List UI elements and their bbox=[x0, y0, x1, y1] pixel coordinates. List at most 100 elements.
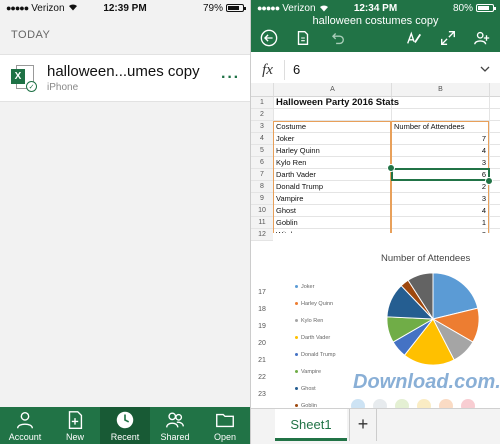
legend-swatch bbox=[295, 336, 298, 339]
file-location: iPhone bbox=[47, 82, 79, 93]
tab-label: New bbox=[65, 432, 84, 442]
legend-swatch bbox=[295, 387, 298, 390]
legend-swatch bbox=[295, 370, 298, 373]
tab-label: Recent bbox=[110, 432, 140, 442]
tab-account[interactable]: Account bbox=[0, 407, 50, 444]
range-highlight-b bbox=[391, 121, 489, 241]
document-header: ●●●●● Verizon 12:34 PM 80% halloween cos… bbox=[251, 0, 500, 52]
legend-swatch bbox=[295, 404, 298, 407]
row-header[interactable]: 22 bbox=[251, 372, 273, 384]
pie-chart[interactable]: Number of Attendees Joker Harley Quinn Kyl… bbox=[273, 233, 500, 408]
expand-icon bbox=[441, 31, 455, 45]
row-header[interactable]: 19 bbox=[251, 321, 273, 333]
row-header[interactable]: 12 bbox=[251, 229, 273, 241]
bottom-tab-bar: Account New Recent Shared Open bbox=[0, 407, 250, 444]
row-header[interactable]: 9 bbox=[251, 193, 273, 205]
back-arrow-icon bbox=[260, 29, 278, 47]
legend-label: Kylo Ren bbox=[301, 317, 324, 324]
document-toolbar bbox=[251, 26, 500, 50]
row-header[interactable]: 3 bbox=[251, 121, 273, 133]
row-header[interactable]: 10 bbox=[251, 205, 273, 217]
row-header[interactable]: 23 bbox=[251, 389, 273, 401]
legend-label: Donald Trump bbox=[301, 351, 336, 358]
legend-entry: Harley Quinn bbox=[295, 295, 336, 312]
legend-label: Ghost bbox=[301, 385, 316, 392]
column-header-b[interactable]: B bbox=[391, 83, 489, 97]
row-header[interactable]: 18 bbox=[251, 304, 273, 316]
legend-entry: Kylo Ren bbox=[295, 312, 336, 329]
legend-label: Darth Vader bbox=[301, 334, 331, 341]
select-all-corner[interactable] bbox=[251, 83, 273, 97]
undo-button[interactable] bbox=[327, 28, 347, 48]
row-header[interactable]: 17 bbox=[251, 287, 273, 299]
legend-entry: Goblin bbox=[295, 397, 336, 408]
cell-a1[interactable]: Halloween Party 2016 Stats bbox=[274, 97, 494, 109]
tab-label: Open bbox=[213, 432, 237, 442]
legend-entry: Vampire bbox=[295, 363, 336, 380]
pie-plot bbox=[386, 272, 480, 366]
share-person-icon bbox=[474, 31, 490, 45]
formula-bar[interactable]: fx 6 bbox=[251, 56, 500, 84]
spreadsheet-panel: ●●●●● Verizon 12:34 PM 80% halloween cos… bbox=[250, 0, 500, 444]
row-header[interactable]: 1 bbox=[251, 97, 273, 109]
legend-entry: Joker bbox=[295, 278, 336, 295]
tab-new[interactable]: New bbox=[50, 407, 100, 444]
sheet-tab-sheet1[interactable]: Sheet1 bbox=[275, 409, 347, 441]
column-header-c[interactable] bbox=[489, 83, 500, 97]
selection-handle-end[interactable] bbox=[485, 177, 493, 185]
file-name: halloween...umes copy bbox=[47, 63, 200, 80]
file-list-panel: ●●●●● Verizon 12:39 PM 79% TODAY X ✓ hal… bbox=[0, 0, 250, 444]
add-sheet-button[interactable]: + bbox=[349, 409, 377, 441]
clock-icon bbox=[116, 411, 134, 429]
tab-recent[interactable]: Recent bbox=[100, 407, 150, 444]
watermark-dots bbox=[351, 399, 475, 408]
row-header[interactable]: 8 bbox=[251, 181, 273, 193]
synced-check-icon: ✓ bbox=[26, 81, 37, 92]
row-header[interactable]: 7 bbox=[251, 169, 273, 181]
selection-handle-start[interactable] bbox=[387, 164, 395, 172]
battery-percent: 80% bbox=[452, 2, 473, 14]
row-header[interactable]: 11 bbox=[251, 217, 273, 229]
back-button[interactable] bbox=[259, 28, 279, 48]
formula-input[interactable]: 6 bbox=[285, 62, 480, 77]
status-bar: ●●●●● Verizon 12:39 PM 79% bbox=[0, 0, 250, 16]
battery-percent: 79% bbox=[202, 2, 223, 14]
tab-shared[interactable]: Shared bbox=[150, 407, 200, 444]
fullscreen-button[interactable] bbox=[438, 28, 458, 48]
legend-swatch bbox=[295, 285, 298, 288]
screenshot-root: ●●●●● Verizon 12:39 PM 79% TODAY X ✓ hal… bbox=[0, 0, 500, 444]
tab-label: Account bbox=[8, 432, 42, 442]
chevron-down-icon[interactable] bbox=[480, 64, 500, 75]
legend-label: Vampire bbox=[301, 368, 322, 375]
more-options-icon[interactable]: ··· bbox=[221, 69, 240, 87]
new-file-icon bbox=[68, 411, 83, 429]
section-label-today: TODAY bbox=[11, 29, 51, 41]
row-header[interactable]: 5 bbox=[251, 145, 273, 157]
legend-entry: Darth Vader bbox=[295, 329, 336, 346]
excel-badge: X bbox=[11, 69, 25, 84]
file-menu-button[interactable] bbox=[293, 28, 313, 48]
legend-label: Harley Quinn bbox=[301, 300, 334, 307]
status-bar: ●●●●● Verizon 12:34 PM 80% bbox=[251, 0, 500, 16]
fx-icon: fx bbox=[251, 59, 285, 80]
chart-title: Number of Attendees bbox=[381, 253, 471, 264]
spreadsheet-grid[interactable]: A B 1 2 3 4 5 6 7 8 9 10 11 12 Halloween Party 2016 … bbox=[251, 83, 500, 408]
row-header[interactable]: 21 bbox=[251, 355, 273, 367]
legend-swatch bbox=[295, 302, 298, 305]
tab-label: Shared bbox=[160, 432, 190, 442]
row-header[interactable]: 2 bbox=[251, 109, 273, 121]
tab-open[interactable]: Open bbox=[200, 407, 250, 444]
active-cell-b7[interactable] bbox=[391, 168, 490, 181]
excel-file-icon: X ✓ bbox=[11, 65, 37, 92]
account-icon bbox=[16, 411, 34, 429]
edit-ribbon-button[interactable] bbox=[404, 28, 424, 48]
range-highlight-a bbox=[273, 121, 391, 241]
share-button[interactable] bbox=[472, 28, 492, 48]
folder-icon bbox=[216, 413, 234, 428]
column-header-a[interactable]: A bbox=[273, 83, 391, 97]
row-header[interactable]: 4 bbox=[251, 133, 273, 145]
row-header[interactable]: 20 bbox=[251, 338, 273, 350]
people-icon bbox=[166, 412, 184, 428]
recent-file-item[interactable]: X ✓ halloween...umes copy iPhone ··· bbox=[0, 54, 250, 102]
row-header[interactable]: 6 bbox=[251, 157, 273, 169]
